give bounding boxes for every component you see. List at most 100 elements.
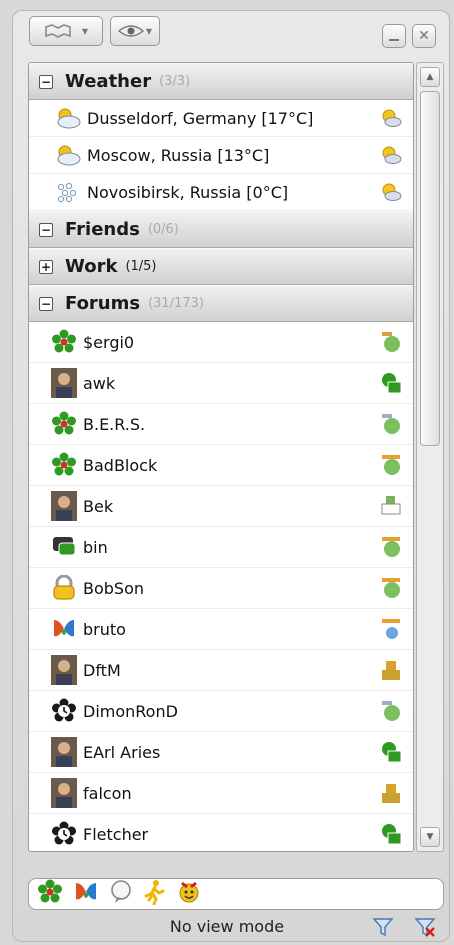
contact-name: $ergi0 xyxy=(83,332,135,352)
weather-label: Moscow, Russia [13°C] xyxy=(87,145,270,165)
contact-row[interactable]: B.E.R.S. xyxy=(29,404,413,445)
weather-item[interactable]: Moscow, Russia [13°C] xyxy=(29,137,413,174)
contact-row[interactable]: EArl Aries xyxy=(29,732,413,773)
status-menu-button[interactable]: ▾ xyxy=(29,16,103,46)
group-work[interactable]: + Work (1/5) xyxy=(29,248,413,285)
contact-row[interactable]: Bek xyxy=(29,486,413,527)
collapse-icon[interactable]: − xyxy=(39,296,53,311)
collapse-icon[interactable]: − xyxy=(39,74,53,89)
clock-status-icon xyxy=(51,821,77,847)
chat-icon xyxy=(51,534,77,560)
msn-butterfly-icon xyxy=(51,616,77,642)
group-count: (31/173) xyxy=(148,296,204,311)
chevron-down-icon: ▾ xyxy=(145,24,153,38)
chevron-down-icon: ▾ xyxy=(81,24,89,38)
snow-icon xyxy=(55,179,81,205)
view-menu-button[interactable]: ▾ xyxy=(110,16,160,46)
contact-name: Fletcher xyxy=(83,824,149,844)
group-name: Forums xyxy=(65,293,141,314)
group-name: Weather xyxy=(65,71,152,92)
contact-name: BadBlock xyxy=(83,455,158,475)
contact-name: B.E.R.S. xyxy=(83,414,146,434)
jabber-icon[interactable] xyxy=(109,879,133,909)
group-name: Work xyxy=(65,256,118,277)
status-icon xyxy=(45,24,71,38)
group-count: (1/5) xyxy=(125,259,157,274)
gg-icon[interactable] xyxy=(177,879,201,909)
client-status-icon xyxy=(379,658,403,682)
group-weather[interactable]: − Weather (3/3) xyxy=(29,63,413,100)
client-status-icon xyxy=(379,740,403,764)
client-status-icon xyxy=(379,576,403,600)
contact-row[interactable]: BobSon xyxy=(29,568,413,609)
weather-status-icon xyxy=(379,143,403,167)
lock-icon xyxy=(51,575,77,601)
collapse-icon[interactable]: − xyxy=(39,222,53,237)
client-status-icon xyxy=(379,617,403,641)
contact-row[interactable]: DftM xyxy=(29,650,413,691)
group-friends[interactable]: − Friends (0/6) xyxy=(29,211,413,248)
weather-label: Novosibirsk, Russia [0°C] xyxy=(87,182,289,202)
icq-flower-icon xyxy=(51,452,77,478)
contact-name: EArl Aries xyxy=(83,742,161,762)
protocol-bar xyxy=(28,878,444,910)
contact-name: DftM xyxy=(83,660,121,680)
contact-name: awk xyxy=(83,373,116,393)
contact-list[interactable]: − Weather (3/3) Dusseldorf, Germany [17°… xyxy=(28,62,414,852)
client-status-icon xyxy=(379,699,403,723)
contact-row[interactable]: $ergi0 xyxy=(29,322,413,363)
icq-icon[interactable] xyxy=(37,879,63,909)
contact-row[interactable]: awk xyxy=(29,363,413,404)
contact-name: BobSon xyxy=(83,578,145,598)
weather-status-icon xyxy=(379,106,403,130)
photo-avatar-icon xyxy=(51,737,77,767)
icq-flower-icon xyxy=(51,329,77,355)
contact-name: bruto xyxy=(83,619,126,639)
clear-filter-icon[interactable] xyxy=(414,916,436,938)
group-count: (0/6) xyxy=(147,222,179,237)
photo-avatar-icon xyxy=(51,655,77,685)
contact-row[interactable]: BadBlock xyxy=(29,445,413,486)
msn-icon[interactable] xyxy=(73,879,99,909)
filter-icon[interactable] xyxy=(372,916,394,938)
client-status-icon xyxy=(379,330,403,354)
scroll-down-button[interactable]: ▼ xyxy=(420,827,440,847)
scroll-thumb[interactable] xyxy=(420,91,440,446)
client-status-icon xyxy=(379,453,403,477)
scrollbar[interactable]: ▲ ▼ xyxy=(416,62,444,852)
contact-row[interactable]: bin xyxy=(29,527,413,568)
client-status-icon xyxy=(379,535,403,559)
contact-name: DimonRonD xyxy=(83,701,178,721)
client-status-icon xyxy=(379,371,403,395)
group-forums[interactable]: − Forums (31/173) xyxy=(29,285,413,322)
close-icon: ✕ xyxy=(418,28,430,44)
weather-status-icon xyxy=(379,180,403,204)
client-status-icon xyxy=(379,781,403,805)
contact-row[interactable]: bruto xyxy=(29,609,413,650)
weather-item[interactable]: Novosibirsk, Russia [0°C] xyxy=(29,174,413,211)
photo-avatar-icon xyxy=(51,368,77,398)
contact-row[interactable]: DimonRonD xyxy=(29,691,413,732)
icq-flower-icon xyxy=(51,411,77,437)
close-button[interactable]: ✕ xyxy=(412,24,436,48)
scroll-up-button[interactable]: ▲ xyxy=(420,67,440,87)
cloudy-icon xyxy=(55,142,81,168)
client-status-icon xyxy=(379,412,403,436)
contact-row[interactable]: falcon xyxy=(29,773,413,814)
eye-icon xyxy=(117,25,144,37)
contact-name: Bek xyxy=(83,496,114,516)
client-status-icon xyxy=(379,494,403,518)
minimize-button[interactable] xyxy=(382,24,406,48)
cloudy-icon xyxy=(55,105,81,131)
forum-contacts: $ergi0 awk B.E.R.S. BadBlock Bek bin BobSon bru… xyxy=(29,322,413,851)
weather-item[interactable]: Dusseldorf, Germany [17°C] xyxy=(29,100,413,137)
contact-name: falcon xyxy=(83,783,132,803)
expand-icon[interactable]: + xyxy=(39,259,53,274)
contact-row[interactable]: Fletcher xyxy=(29,814,413,851)
weather-label: Dusseldorf, Germany [17°C] xyxy=(87,108,314,128)
aim-icon[interactable] xyxy=(143,879,167,909)
minimize-icon xyxy=(389,39,399,41)
client-status-icon xyxy=(379,822,403,846)
clock-status-icon xyxy=(51,698,77,724)
contact-name: bin xyxy=(83,537,108,557)
